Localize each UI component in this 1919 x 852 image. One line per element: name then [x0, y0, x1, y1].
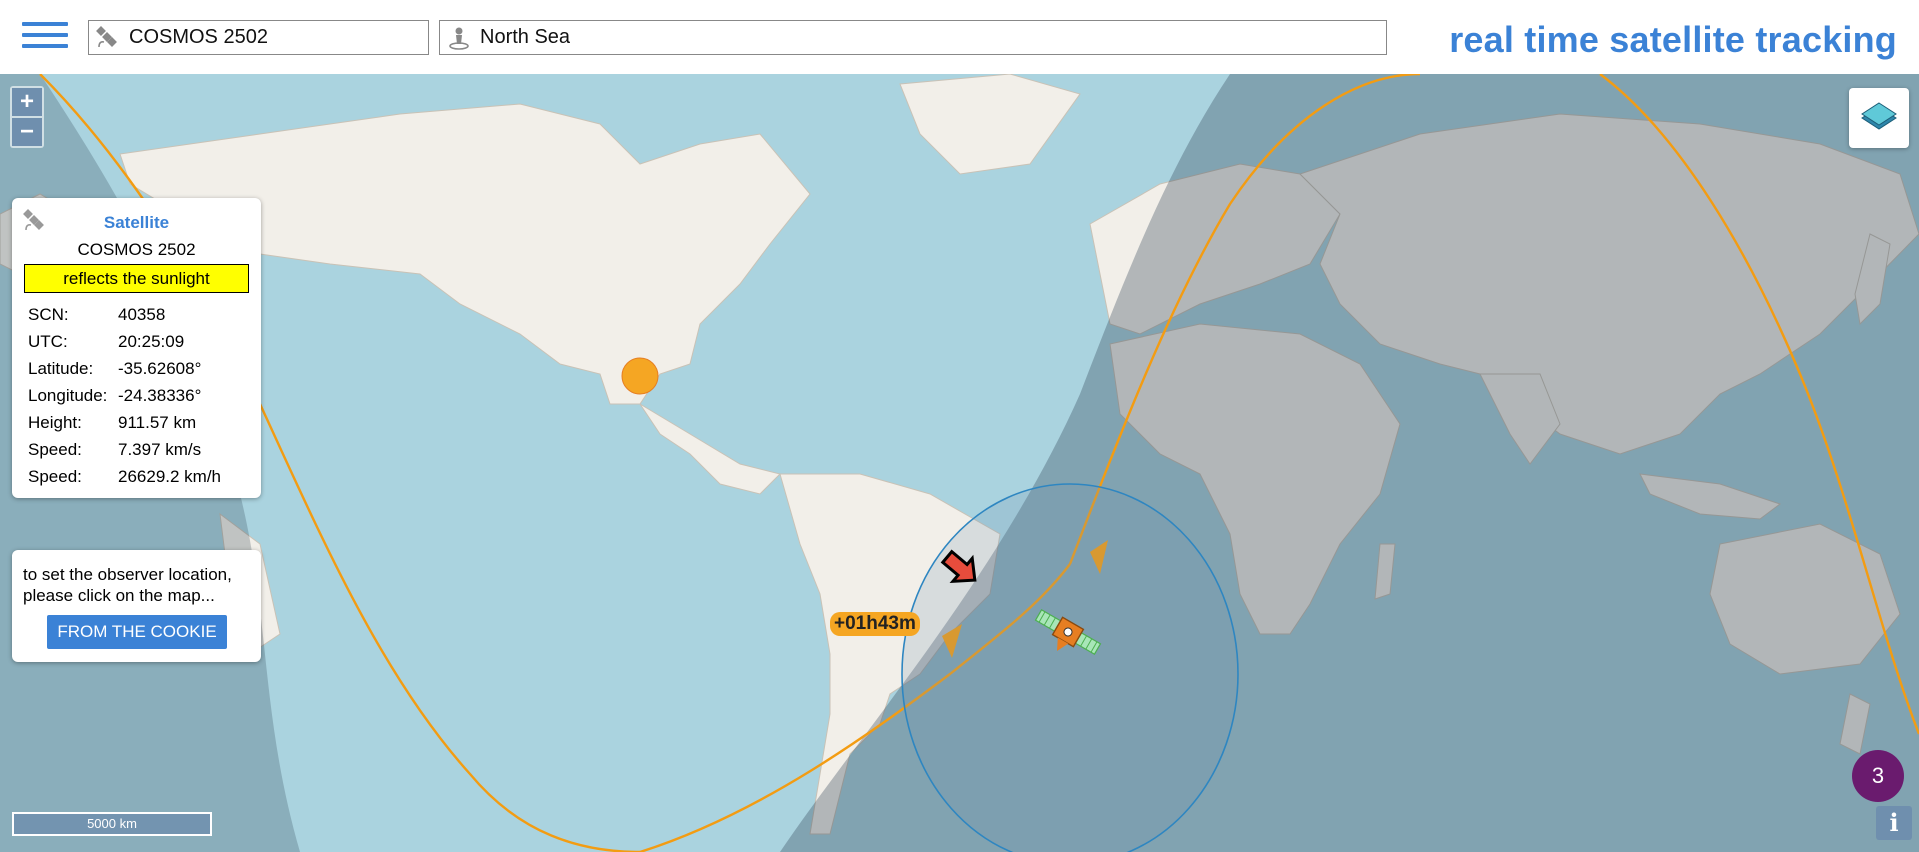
table-row: Speed: 7.397 km/s [28, 436, 221, 463]
row-value: 20:25:09 [118, 331, 185, 351]
location-search-box[interactable] [439, 20, 1387, 55]
row-value: 40358 [118, 304, 166, 324]
satellite-name: COSMOS 2502 [77, 240, 196, 259]
table-row: UTC: 20:25:09 [28, 328, 221, 355]
map-view[interactable]: + − Satellite COSMOS 2502 reflects the s… [0, 74, 1919, 852]
panel-heading: Satellite [103, 213, 170, 232]
zoom-control: + − [10, 86, 44, 148]
table-row: Latitude: -35.62608° [28, 355, 221, 382]
satellite-search-input[interactable] [123, 21, 428, 54]
satellite-search-box[interactable] [88, 20, 429, 55]
observer-message: to set the observer location, please cli… [23, 565, 232, 605]
observer-panel: to set the observer location, please cli… [12, 550, 261, 662]
info-button[interactable]: i [1876, 806, 1912, 840]
row-label: Speed: [28, 439, 82, 459]
top-bar: real time satellite tracking [0, 0, 1919, 74]
row-label: Speed: [28, 466, 82, 486]
row-label: Longitude: [28, 385, 108, 405]
layers-icon [1861, 102, 1897, 130]
from-cookie-button[interactable]: FROM THE COOKIE [47, 615, 227, 649]
satellite-info-panel: Satellite COSMOS 2502 reflects the sunli… [12, 198, 261, 498]
map-scale: 5000 km [12, 812, 212, 836]
notification-badge[interactable]: 3 [1852, 750, 1904, 802]
status-badge: reflects the sunlight [24, 264, 249, 293]
visibility-footprint [901, 483, 1239, 852]
row-value: 26629.2 km/h [118, 466, 222, 486]
zoom-in-button[interactable]: + [12, 88, 42, 116]
row-label: SCN: [28, 304, 69, 324]
row-label: UTC: [28, 331, 68, 351]
table-row: Speed: 26629.2 km/h [28, 463, 221, 490]
row-value: 911.57 km [118, 412, 197, 432]
row-value: -24.38336° [118, 385, 202, 405]
layers-button[interactable] [1849, 88, 1909, 148]
table-row: SCN: 40358 [28, 301, 221, 328]
world-map [0, 74, 1919, 852]
satellite-icon [93, 23, 123, 53]
location-search-input[interactable] [474, 21, 1386, 54]
satellite-data-table: SCN: 40358 UTC: 20:25:09 Latitude: -35.6260… [28, 301, 221, 490]
track-time-label: +01h43m [830, 612, 920, 636]
row-label: Latitude: [28, 358, 94, 378]
observer-icon [444, 23, 474, 53]
row-value: -35.62608° [118, 358, 202, 378]
brand-title: real time satellite tracking [1449, 19, 1897, 60]
zoom-out-button[interactable]: − [12, 118, 42, 146]
row-label: Height: [28, 412, 82, 432]
table-row: Longitude: -24.38336° [28, 382, 221, 409]
menu-icon[interactable] [22, 22, 68, 52]
table-row: Height: 911.57 km [28, 409, 221, 436]
row-value: 7.397 km/s [118, 439, 202, 459]
